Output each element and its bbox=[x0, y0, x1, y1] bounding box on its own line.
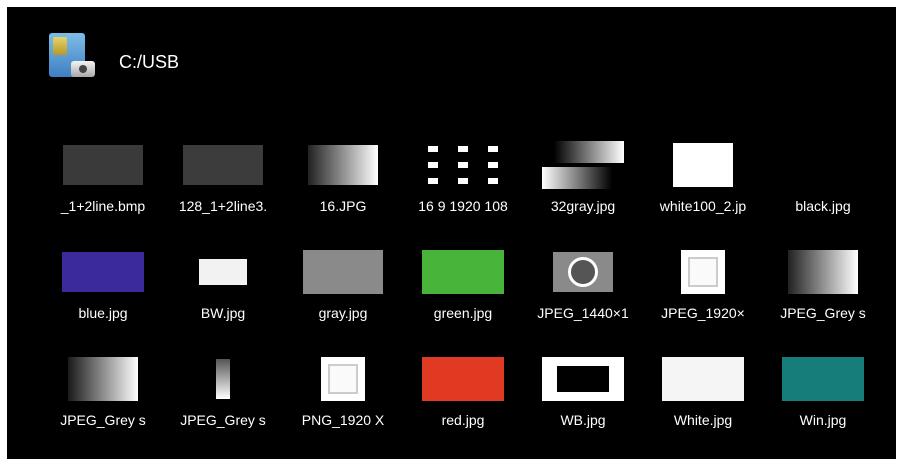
file-thumbnail bbox=[658, 243, 748, 301]
file-item[interactable]: gray.jpg bbox=[283, 243, 403, 350]
file-thumbnail bbox=[58, 350, 148, 408]
file-name: 32gray.jpg bbox=[550, 198, 616, 214]
file-browser-screen: C:/USB _1+2line.bmp 128_1+2line3. 16.JPG 16… bbox=[7, 7, 896, 459]
file-item[interactable]: BW.jpg bbox=[163, 243, 283, 350]
file-thumbnail bbox=[298, 136, 388, 194]
file-item[interactable]: _1+2line.bmp bbox=[43, 136, 163, 243]
file-thumbnail bbox=[778, 350, 868, 408]
file-thumbnail bbox=[298, 350, 388, 408]
file-item[interactable]: Win.jpg bbox=[763, 350, 883, 457]
file-item[interactable]: 32gray.jpg bbox=[523, 136, 643, 243]
file-thumbnail bbox=[658, 350, 748, 408]
file-item[interactable]: JPEG_Grey s bbox=[763, 243, 883, 350]
file-thumbnail bbox=[778, 243, 868, 301]
file-name: PNG_1920 X bbox=[301, 412, 385, 428]
file-name: Win.jpg bbox=[799, 412, 847, 428]
file-name: gray.jpg bbox=[318, 305, 368, 321]
file-thumbnail bbox=[418, 136, 508, 194]
file-name: white100_2.jp bbox=[659, 198, 747, 214]
file-thumbnail bbox=[538, 136, 628, 194]
file-name: BW.jpg bbox=[200, 305, 246, 321]
file-name: 16.JPG bbox=[319, 198, 367, 214]
file-name: blue.jpg bbox=[78, 305, 128, 321]
file-name: JPEG_Grey s bbox=[180, 412, 266, 428]
file-thumbnail bbox=[58, 243, 148, 301]
file-item[interactable]: 128_1+2line3. bbox=[163, 136, 283, 243]
file-item[interactable]: white100_2.jp bbox=[643, 136, 763, 243]
file-thumbnail bbox=[538, 350, 628, 408]
file-thumbnail bbox=[418, 243, 508, 301]
file-item[interactable]: JPEG_1920× bbox=[643, 243, 763, 350]
file-thumbnail bbox=[538, 243, 628, 301]
file-name: 128_1+2line3. bbox=[178, 198, 268, 214]
file-item[interactable]: 16.JPG bbox=[283, 136, 403, 243]
file-thumbnail bbox=[418, 350, 508, 408]
file-name: green.jpg bbox=[433, 305, 493, 321]
file-name: JPEG_1440×1 bbox=[537, 305, 629, 321]
file-item[interactable]: 16 9 1920 108 bbox=[403, 136, 523, 243]
file-thumbnail bbox=[658, 136, 748, 194]
file-item[interactable]: White.jpg bbox=[643, 350, 763, 457]
file-item[interactable]: green.jpg bbox=[403, 243, 523, 350]
usb-folder-icon[interactable] bbox=[47, 31, 103, 83]
file-item[interactable]: JPEG_Grey s bbox=[163, 350, 283, 457]
file-name: JPEG_Grey s bbox=[60, 412, 146, 428]
file-name: JPEG_1920× bbox=[661, 305, 745, 321]
file-thumbnail bbox=[178, 243, 268, 301]
header: C:/USB bbox=[47, 27, 179, 87]
file-grid: _1+2line.bmp 128_1+2line3. 16.JPG 16 9 1920… bbox=[43, 136, 883, 457]
file-item[interactable]: red.jpg bbox=[403, 350, 523, 457]
file-item[interactable]: JPEG_Grey s bbox=[43, 350, 163, 457]
file-name: White.jpg bbox=[673, 412, 733, 428]
file-item[interactable]: black.jpg bbox=[763, 136, 883, 243]
file-item[interactable]: blue.jpg bbox=[43, 243, 163, 350]
file-name: _1+2line.bmp bbox=[60, 198, 146, 214]
file-item[interactable]: PNG_1920 X bbox=[283, 350, 403, 457]
file-item[interactable]: JPEG_1440×1 bbox=[523, 243, 643, 350]
file-name: black.jpg bbox=[795, 198, 851, 214]
file-name: WB.jpg bbox=[560, 412, 606, 428]
current-path: C:/USB bbox=[119, 51, 180, 72]
file-thumbnail bbox=[778, 136, 868, 194]
file-thumbnail bbox=[178, 136, 268, 194]
file-name: red.jpg bbox=[441, 412, 485, 428]
file-thumbnail bbox=[58, 136, 148, 194]
file-item[interactable]: WB.jpg bbox=[523, 350, 643, 457]
file-thumbnail bbox=[298, 243, 388, 301]
file-thumbnail bbox=[178, 350, 268, 408]
file-name: JPEG_Grey s bbox=[780, 305, 866, 321]
file-name: 16 9 1920 108 bbox=[418, 198, 508, 214]
